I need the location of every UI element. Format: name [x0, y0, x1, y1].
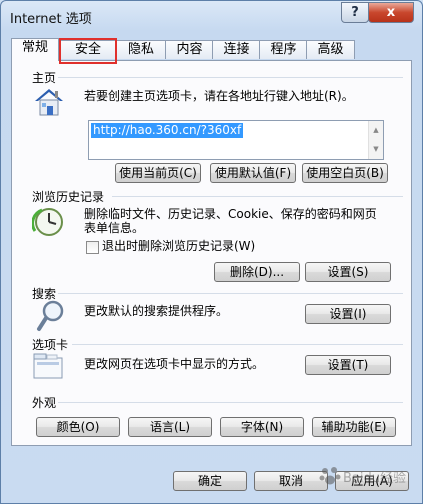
window-title: Internet 选项 [10, 12, 92, 27]
general-tab-panel: 主页 若要创建主页选项卡，请在各地址行键入地址(R)。 http://hao.3… [11, 60, 412, 446]
history-description-line2: 表单信息。 [84, 221, 145, 235]
divider [72, 344, 403, 345]
history-description-line1: 删除临时文件、历史记录、Cookie、保存的密码和网页 [84, 207, 377, 221]
watermark-text: Baidu经验 [343, 471, 406, 486]
tab-general[interactable]: 常规 [11, 38, 59, 61]
tabs-description: 更改网页在选项卡中显示的方式。 [84, 357, 265, 371]
tab-connections[interactable]: 连接 [212, 40, 261, 59]
search-description: 更改默认的搜索提供程序。 [84, 304, 229, 318]
tabs-icon [33, 353, 63, 379]
help-button[interactable]: ? [341, 2, 369, 23]
use-default-button[interactable]: 使用默认值(F) [210, 163, 296, 183]
divider [58, 293, 403, 294]
delete-on-exit-label[interactable]: 退出时删除浏览历史记录(W) [102, 239, 255, 254]
search-settings-button[interactable]: 设置(I) [305, 304, 391, 324]
history-section-title: 浏览历史记录 [32, 190, 105, 204]
tab-programs[interactable]: 程序 [259, 40, 308, 59]
home-description: 若要创建主页选项卡，请在各地址行键入地址(R)。 [84, 89, 354, 103]
history-settings-button[interactable]: 设置(S) [305, 262, 391, 282]
tabs-settings-button[interactable]: 设置(T) [305, 355, 391, 375]
paw-logo-icon [319, 467, 341, 485]
home-page-url-field[interactable]: http://hao.360.cn/?360xf ▲ ▼ [88, 120, 384, 160]
divider [58, 402, 403, 403]
home-section-title: 主页 [32, 71, 57, 85]
colors-button[interactable]: 颜色(O) [36, 417, 120, 437]
close-button[interactable]: x [368, 2, 414, 23]
scroll-up-icon[interactable]: ▲ [369, 121, 383, 140]
url-scrollbar[interactable]: ▲ ▼ [368, 121, 383, 159]
history-clock-icon [32, 208, 63, 236]
ok-button[interactable]: 确定 [173, 471, 247, 491]
fonts-button[interactable]: 字体(N) [220, 417, 304, 437]
divider [112, 196, 403, 197]
delete-on-exit-checkbox[interactable] [86, 241, 99, 254]
tab-advanced[interactable]: 高级 [306, 40, 355, 59]
internet-options-dialog: Internet 选项 ? x 常规 安全 隐私 内容 连接 程序 高级 主页 … [0, 0, 423, 504]
home-icon [35, 89, 63, 116]
appearance-section-title: 外观 [32, 396, 57, 410]
tabs-section-title: 选项卡 [32, 338, 69, 352]
security-tab-highlight [59, 38, 117, 64]
tab-content[interactable]: 内容 [165, 40, 214, 59]
delete-history-button[interactable]: 删除(D)... [214, 262, 300, 282]
title-bar[interactable]: Internet 选项 ? x [1, 1, 422, 31]
use-current-button[interactable]: 使用当前页(C) [115, 163, 201, 183]
watermark: Baidu经验 [319, 455, 419, 501]
scroll-down-icon[interactable]: ▼ [369, 140, 383, 159]
home-page-url: http://hao.360.cn/?360xf [91, 123, 244, 138]
divider [58, 77, 403, 78]
magnifier-icon [37, 300, 64, 331]
accessibility-button[interactable]: 辅助功能(E) [312, 417, 396, 437]
tab-privacy[interactable]: 隐私 [115, 40, 167, 59]
cancel-button[interactable]: 取消 [254, 471, 328, 491]
use-blank-button[interactable]: 使用空白页(B) [302, 163, 388, 183]
languages-button[interactable]: 语言(L) [128, 417, 212, 437]
